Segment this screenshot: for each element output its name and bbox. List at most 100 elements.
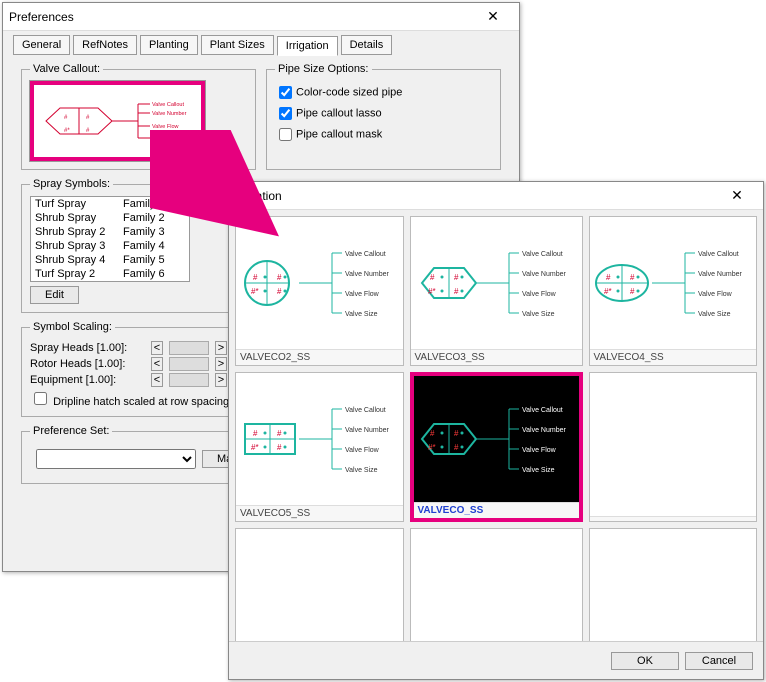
picker-cell-name: VALVECO3_SS — [411, 349, 582, 365]
svg-text:#*: #* — [251, 287, 259, 296]
svg-text:#: # — [86, 115, 90, 121]
svg-text:Valve Number: Valve Number — [698, 271, 743, 278]
svg-text:#: # — [64, 115, 68, 121]
svg-text:Valve Size: Valve Size — [345, 467, 378, 474]
pipe-opt-0-label: Color-code sized pipe — [296, 86, 402, 98]
increment-button[interactable]: > — [215, 357, 227, 371]
dripline-checkbox-row[interactable]: Dripline hatch scaled at row spacing — [30, 396, 229, 408]
spray-row: Shrub Spray 4Family 5 — [31, 253, 189, 267]
svg-text:#: # — [253, 429, 258, 438]
tab-irrigation[interactable]: Irrigation — [277, 36, 338, 56]
picker-titlebar: Irrigation ✕ — [229, 182, 763, 210]
svg-text:Valve Size: Valve Size — [345, 311, 378, 318]
pipe-size-options: Pipe Size Options: Color-code sized pipe… — [266, 63, 501, 170]
picker-cell-name: VALVECO2_SS — [236, 349, 403, 365]
svg-text:Valve Callout: Valve Callout — [522, 407, 563, 414]
decrement-button[interactable]: < — [151, 357, 163, 371]
prefset-legend: Preference Set: — [30, 425, 112, 437]
spray-table[interactable]: Turf SprayFamily 1 Shrub SprayFamily 2 S… — [30, 196, 190, 282]
picker-cell[interactable] — [410, 528, 583, 641]
irrigation-picker-window: Irrigation ✕ # # #* # Valve Callout Valve … — [228, 181, 764, 680]
spray-row: Shrub SprayFamily 2 — [31, 211, 189, 225]
svg-text:#*: #* — [428, 287, 436, 296]
svg-text:Valve Flow: Valve Flow — [698, 291, 733, 298]
prefs-titlebar: Preferences ✕ — [3, 3, 519, 31]
svg-text:Valve Number: Valve Number — [345, 427, 390, 434]
close-icon[interactable]: ✕ — [717, 183, 757, 209]
prefs-title: Preferences — [9, 10, 473, 24]
increment-button[interactable]: > — [215, 341, 227, 355]
spray-legend: Spray Symbols: — [30, 178, 113, 190]
slider[interactable] — [169, 357, 209, 371]
tab-general[interactable]: General — [13, 35, 70, 55]
svg-text:#: # — [454, 443, 459, 452]
picker-cell-name: VALVECO4_SS — [590, 349, 757, 365]
close-icon[interactable]: ✕ — [473, 4, 513, 30]
scaling-legend: Symbol Scaling: — [30, 321, 115, 333]
tab-plant-sizes[interactable]: Plant Sizes — [201, 35, 274, 55]
svg-text:#: # — [630, 273, 635, 282]
prefset-select[interactable] — [36, 449, 196, 469]
scale-label: Rotor Heads [1.00]: — [30, 358, 145, 370]
svg-text:Valve Callout: Valve Callout — [345, 407, 386, 414]
decrement-button[interactable]: < — [151, 373, 163, 387]
svg-text:Valve Flow: Valve Flow — [152, 124, 179, 130]
svg-text:Valve Flow: Valve Flow — [522, 447, 557, 454]
svg-text:#*: #* — [64, 128, 70, 134]
picker-cell[interactable] — [235, 528, 404, 641]
picker-preview — [590, 373, 757, 516]
picker-cell[interactable]: ## #*# Valve Callout Valve Number Valve … — [235, 372, 404, 522]
pipe-opt-2[interactable]: Pipe callout mask — [275, 125, 492, 144]
tab-planting[interactable]: Planting — [140, 35, 198, 55]
pipe-opts-legend: Pipe Size Options: — [275, 63, 372, 75]
picker-preview — [590, 529, 757, 641]
picker-preview — [236, 529, 403, 641]
ok-button[interactable]: OK — [611, 652, 679, 670]
picker-cell[interactable] — [589, 528, 758, 641]
picker-cell[interactable]: ## #*# Valve Callout Valve Number Valve … — [410, 372, 583, 522]
picker-cell[interactable] — [589, 372, 758, 522]
pipe-opt-2-checkbox[interactable] — [279, 128, 292, 141]
picker-preview: ## #*# Valve Callout Valve Number Valve … — [236, 373, 403, 505]
svg-text:Valve Size: Valve Size — [152, 136, 178, 142]
picker-preview: ## #*# Valve Callout Valve Number Valve … — [414, 376, 579, 502]
scale-label: Spray Heads [1.00]: — [30, 342, 145, 354]
svg-text:#: # — [277, 429, 282, 438]
svg-text:Valve Callout: Valve Callout — [345, 251, 386, 258]
decrement-button[interactable]: < — [151, 341, 163, 355]
cancel-button[interactable]: Cancel — [685, 652, 753, 670]
pipe-opt-0-checkbox[interactable] — [279, 86, 292, 99]
pipe-opt-2-label: Pipe callout mask — [296, 128, 382, 140]
picker-cell[interactable]: ## #*# Valve Callout Valve Number Valve … — [235, 216, 404, 366]
tab-refnotes[interactable]: RefNotes — [73, 35, 137, 55]
svg-text:#: # — [606, 273, 611, 282]
valve-callout-thumb[interactable]: ## #*# Valve Callout Valve Number Valve … — [30, 81, 205, 161]
pipe-opt-1[interactable]: Pipe callout lasso — [275, 104, 492, 123]
dripline-checkbox[interactable] — [34, 392, 47, 405]
svg-text:Valve Callout: Valve Callout — [522, 251, 563, 258]
svg-text:#: # — [277, 273, 282, 282]
increment-button[interactable]: > — [215, 373, 227, 387]
svg-text:Valve Size: Valve Size — [522, 467, 555, 474]
svg-text:#: # — [454, 429, 459, 438]
tab-details[interactable]: Details — [341, 35, 393, 55]
picker-preview: ## #*# Valve Callout Valve Number Valve … — [590, 217, 757, 349]
svg-text:Valve Callout: Valve Callout — [152, 102, 184, 108]
slider[interactable] — [169, 341, 209, 355]
picker-cell[interactable]: ## #*# Valve Callout Valve Number Valve … — [589, 216, 758, 366]
picker-cell[interactable]: ## #*# Valve Callout Valve Number Valve … — [410, 216, 583, 366]
svg-text:#: # — [454, 287, 459, 296]
svg-text:#*: #* — [251, 443, 259, 452]
pipe-opt-1-checkbox[interactable] — [279, 107, 292, 120]
spray-row: Turf SprayFamily 1 — [31, 197, 189, 211]
pipe-opt-0[interactable]: Color-code sized pipe — [275, 83, 492, 102]
picker-footer: OK Cancel — [229, 641, 763, 679]
slider[interactable] — [169, 373, 209, 387]
svg-text:#: # — [454, 273, 459, 282]
valve-callout-group: Valve Callout: — [21, 63, 256, 170]
svg-text:Valve Flow: Valve Flow — [522, 291, 557, 298]
edit-button[interactable]: Edit — [30, 286, 79, 304]
svg-text:Valve Size: Valve Size — [522, 311, 555, 318]
scale-label: Equipment [1.00]: — [30, 374, 145, 386]
svg-text:Valve Number: Valve Number — [522, 271, 567, 278]
